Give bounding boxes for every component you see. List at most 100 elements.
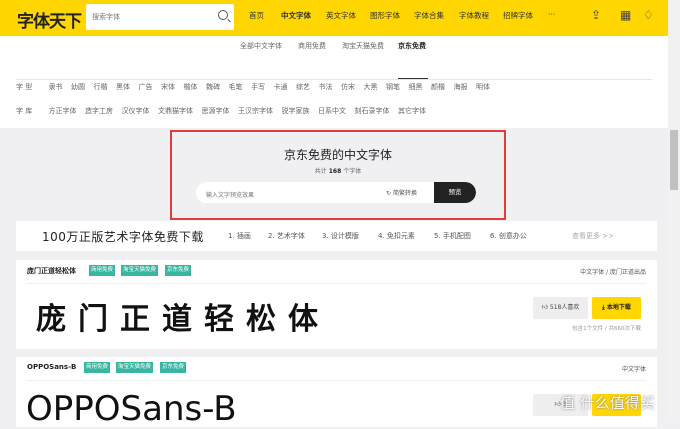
watermark: 值 什么值得买 xyxy=(560,394,655,412)
type-item[interactable]: 明体 xyxy=(476,83,490,91)
lib-item[interactable]: 思源字体 xyxy=(201,107,229,115)
banner-link[interactable]: 3. 设计模版 xyxy=(322,231,359,241)
upload-icon[interactable]: ⇪ xyxy=(591,8,601,22)
type-item[interactable]: 颜楷 xyxy=(431,83,445,91)
banner-link[interactable]: 6. 创意办公 xyxy=(490,231,527,241)
top-header: 字体天下 首页 中文字体 英文字体 图形字体 字体合集 字体教程 招牌字体 ··… xyxy=(0,0,680,36)
hero-search-section: 京东免费的中文字体 共计 168 个字体 ↻ 简繁转换 预览 xyxy=(170,130,506,220)
nav-chinese-fonts[interactable]: 中文字体 xyxy=(281,10,311,21)
tag[interactable]: 商用免费 xyxy=(84,362,111,373)
font-preview[interactable]: 庞门正道轻松体 xyxy=(36,294,330,338)
type-item[interactable]: 大黑 xyxy=(363,83,377,91)
lib-item[interactable]: 其它字体 xyxy=(398,107,426,115)
tag[interactable]: 淘宝天猫免费 xyxy=(116,362,154,373)
lib-item[interactable]: 王汉宗字体 xyxy=(238,107,273,115)
type-item[interactable]: 行楷 xyxy=(93,83,107,91)
search-input[interactable] xyxy=(86,4,206,30)
font-name[interactable]: OPPOSans-B xyxy=(27,363,76,371)
type-item[interactable]: 钢笔 xyxy=(386,83,400,91)
count-value: 168 xyxy=(328,168,342,175)
nav-signboard-fonts[interactable]: 招牌字体 xyxy=(503,10,533,21)
tag[interactable]: 京东免费 xyxy=(165,265,192,276)
banner-link[interactable]: 2. 艺术字体 xyxy=(268,231,305,241)
type-item[interactable]: 手写 xyxy=(251,83,265,91)
promo-banner[interactable]: 100万正版艺术字体免费下载 1. 插画 2. 艺术字体 3. 设计模版 4. … xyxy=(16,221,657,251)
refresh-icon: ↻ xyxy=(386,190,392,197)
type-item[interactable]: 海报 xyxy=(453,83,467,91)
nav-home[interactable]: 首页 xyxy=(249,10,264,21)
divider xyxy=(27,380,646,381)
publisher-link[interactable]: 庞门正道出品 xyxy=(610,269,646,276)
lib-item[interactable]: 汉仪字体 xyxy=(121,107,149,115)
font-card: 庞门正道轻松体 商用免费 淘宝天猫免费 京东免费 中文字体 / 庞门正道出品 庞… xyxy=(16,260,657,349)
like-button[interactable]: 👍︎ 518人喜欢 xyxy=(533,297,588,319)
type-item[interactable]: 魏碑 xyxy=(206,83,220,91)
type-item[interactable]: 广告 xyxy=(138,83,152,91)
nav-tutorials[interactable]: 字体教程 xyxy=(459,10,489,21)
subnav-all[interactable]: 全部中文字体 xyxy=(240,41,282,51)
scrollbar-thumb[interactable] xyxy=(670,130,678,190)
type-item[interactable]: 隶书 xyxy=(48,83,62,91)
convert-label: 简繁转换 xyxy=(392,190,417,197)
bell-icon[interactable]: ♢ xyxy=(643,8,654,22)
lib-item[interactable]: 锐字家族 xyxy=(281,107,309,115)
type-item[interactable]: 书法 xyxy=(318,83,332,91)
count-prefix: 共计 xyxy=(314,168,327,175)
subnav-commercial-free[interactable]: 商用免费 xyxy=(298,41,326,51)
font-count: 共计 168 个字体 xyxy=(172,166,504,175)
download-meta: 包含1个文件 / 共660次下载 xyxy=(572,326,641,332)
divider xyxy=(27,283,646,284)
like-count: 518人喜欢 xyxy=(549,304,580,311)
tag[interactable]: 京东免费 xyxy=(160,362,187,373)
search-box xyxy=(86,4,234,30)
hero-title: 京东免费的中文字体 xyxy=(283,148,392,162)
nav-font-collections[interactable]: 字体合集 xyxy=(414,10,444,21)
banner-more-link[interactable]: 查看更多 >> xyxy=(572,231,614,241)
type-item[interactable]: 幼圆 xyxy=(71,83,85,91)
tag[interactable]: 商用免费 xyxy=(89,265,116,276)
download-icon: ⤓ xyxy=(602,304,605,311)
font-type-row: 字 型 隶书 幼圆 行楷 黑体 广告 宋体 楷体 魏碑 毛笔 手写 卡通 综艺 书法 仿宋 大黑 钢笔 细黑 颜楷… xyxy=(16,82,498,92)
lib-item[interactable]: 日系中文 xyxy=(318,107,346,115)
type-item[interactable]: 宋体 xyxy=(161,83,175,91)
type-item[interactable]: 细黑 xyxy=(408,83,422,91)
download-button[interactable]: ⤓ 本地下载 xyxy=(592,297,641,319)
subnav-taobao-free[interactable]: 淘宝天猫免费 xyxy=(342,41,384,51)
banner-link[interactable]: 4. 免扣元素 xyxy=(378,231,415,241)
scrollbar[interactable] xyxy=(668,0,680,419)
nav-graphic-fonts[interactable]: 图形字体 xyxy=(370,10,400,21)
type-item[interactable]: 卡通 xyxy=(273,83,287,91)
banner-link[interactable]: 1. 插画 xyxy=(228,231,251,241)
nav-english-fonts[interactable]: 英文字体 xyxy=(326,10,356,21)
lib-item[interactable]: 文鼎猫字体 xyxy=(158,107,193,115)
banner-link[interactable]: 5. 手机配图 xyxy=(434,231,471,241)
lib-label: 字 库 xyxy=(16,107,33,115)
banner-title: 100万正版艺术字体免费下载 xyxy=(42,230,204,244)
thumbs-up-icon: 👍︎ xyxy=(541,304,548,311)
preview-text-input[interactable] xyxy=(196,185,366,203)
qr-code-icon[interactable]: ▦ xyxy=(620,8,631,22)
preview-button[interactable]: 预览 xyxy=(434,182,476,203)
breadcrumb: 中文字体 / 庞门正道出品 xyxy=(580,269,646,276)
type-item[interactable]: 楷体 xyxy=(183,83,197,91)
type-item[interactable]: 毛笔 xyxy=(228,83,242,91)
count-suffix: 个字体 xyxy=(343,168,362,175)
font-library-row: 字 库 方正字体 造字工房 汉仪字体 文鼎猫字体 思源字体 王汉宗字体 锐字家族 日系中文 刻石… xyxy=(16,106,434,116)
category-link[interactable]: 中文字体 xyxy=(580,269,604,276)
lib-item[interactable]: 造字工房 xyxy=(85,107,113,115)
lib-item[interactable]: 方正字体 xyxy=(48,107,76,115)
font-name[interactable]: 庞门正道轻松体 xyxy=(27,266,76,276)
convert-button[interactable]: ↻ 简繁转换 xyxy=(386,188,417,197)
lib-item[interactable]: 刻石录字体 xyxy=(354,107,389,115)
download-label: 本地下载 xyxy=(606,304,631,311)
tag[interactable]: 淘宝天猫免费 xyxy=(121,265,159,276)
type-item[interactable]: 综艺 xyxy=(296,83,310,91)
type-item[interactable]: 黑体 xyxy=(116,83,130,91)
search-icon[interactable] xyxy=(218,10,228,20)
font-preview[interactable]: OPPOSans-B xyxy=(26,389,237,429)
type-item[interactable]: 仿宋 xyxy=(341,83,355,91)
site-logo[interactable]: 字体天下 xyxy=(17,7,82,32)
category-link[interactable]: 中文字体 xyxy=(622,364,646,373)
nav-more[interactable]: ··· xyxy=(548,10,555,19)
subnav-jd-free[interactable]: 京东免费 xyxy=(398,41,426,51)
